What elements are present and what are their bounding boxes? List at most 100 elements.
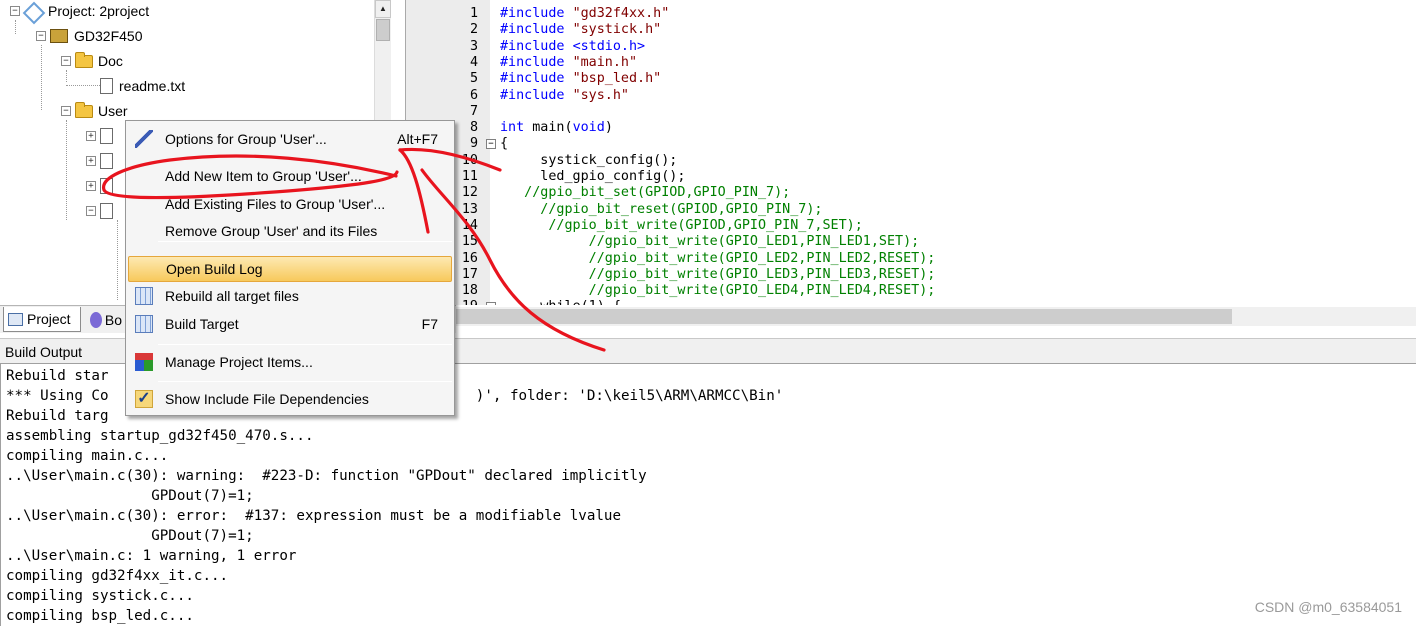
scroll-up-arrow-icon[interactable]: ▲: [375, 0, 391, 18]
code-line: systick_config();: [500, 153, 677, 169]
tree-collapse-icon[interactable]: −: [61, 56, 71, 66]
code-line: #include <stdio.h>: [500, 39, 645, 55]
code-token: //gpio_bit_reset(GPIOD,GPIO_PIN_7);: [500, 201, 823, 217]
project-tab-icon: [8, 312, 23, 326]
code-token: #include: [500, 71, 573, 87]
code-token: <stdio.h>: [572, 38, 646, 54]
menu-item-0[interactable]: Options for Group 'User'... Alt+F7: [128, 126, 452, 152]
hscroll-thumb[interactable]: [456, 309, 1232, 324]
menu-item-label: Show Include File Dependencies: [165, 391, 369, 407]
build-output-line: compiling systick.c...: [6, 588, 194, 604]
build-output-line: ..\User\main.c(30): error: #137: express…: [6, 508, 621, 524]
tree-item-label: Project: 2project: [48, 3, 150, 19]
folder-icon: [75, 51, 93, 68]
code-line: //gpio_bit_write(GPIO_LED4,PIN_LED4,RESE…: [500, 283, 936, 299]
code-token: "sys.h": [572, 87, 629, 103]
code-text-area[interactable]: #include "gd32f4xx.h" #include "systick.h…: [490, 0, 1416, 305]
project-icon: [24, 3, 42, 19]
menu-item-label: Build Target: [165, 316, 239, 332]
code-token: "main.h": [572, 54, 638, 70]
build-output-line: compiling gd32f4xx_it.c...: [6, 568, 229, 584]
line-number: 3: [469, 38, 478, 54]
menu-item-shortcut: Alt+F7: [397, 131, 438, 147]
build-output-line: Rebuild star: [6, 368, 109, 384]
file-icon: [100, 178, 113, 194]
menu-item-7[interactable]: Manage Project Items...: [128, 349, 452, 375]
tree-expand-icon[interactable]: +: [86, 181, 96, 191]
code-line: while(1) {: [500, 299, 621, 305]
menu-item-label: Add Existing Files to Group 'User'...: [165, 196, 386, 212]
watermark: CSDN @m0_63584051: [1254, 599, 1402, 615]
menu-item-8[interactable]: ✓ Show Include File Dependencies: [128, 386, 452, 412]
menu-item-1[interactable]: Add New Item to Group 'User'...: [128, 163, 452, 189]
tree-item-2[interactable]: − Doc: [61, 50, 123, 72]
code-editor[interactable]: 123456789−10111213141516171819− #include…: [405, 0, 1416, 305]
tree-collapse-icon[interactable]: −: [61, 106, 71, 116]
build-icon: [135, 315, 153, 333]
line-number: 7: [469, 103, 478, 119]
menu-item-4[interactable]: Open Build Log: [128, 256, 452, 282]
tab-books[interactable]: Bo: [86, 307, 126, 332]
tree-expand-icon[interactable]: +: [86, 131, 96, 141]
menu-item-shortcut: F7: [421, 316, 438, 332]
code-token: #include: [500, 22, 573, 38]
tree-item-5[interactable]: +: [86, 125, 119, 147]
file-icon: [100, 128, 113, 144]
code-token: "systick.h": [572, 22, 662, 38]
line-number: 1: [469, 6, 478, 21]
code-line: //gpio_bit_write(GPIO_LED3,PIN_LED3,RESE…: [500, 267, 936, 283]
tree-expand-icon[interactable]: +: [86, 156, 96, 166]
code-token: //gpio_bit_set(GPIOD,GPIO_PIN_7);: [500, 185, 791, 201]
tree-item-7[interactable]: +: [86, 175, 119, 197]
build-output-line: Rebuild targ: [6, 408, 109, 424]
tree-item-4[interactable]: − User: [61, 100, 128, 122]
code-token: #include: [500, 38, 573, 54]
options-wand-icon: [135, 130, 153, 148]
menu-item-label: Add New Item to Group 'User'...: [165, 168, 362, 184]
menu-item-3[interactable]: Remove Group 'User' and its Files: [128, 218, 452, 244]
code-token: #include: [500, 54, 573, 70]
code-token: //gpio_bit_write(GPIO_LED4,PIN_LED4,RESE…: [500, 283, 936, 299]
tree-collapse-icon[interactable]: −: [36, 31, 46, 41]
tree-item-3[interactable]: readme.txt: [86, 75, 185, 97]
code-line: #include "sys.h": [500, 88, 629, 104]
code-token: systick_config();: [500, 152, 678, 168]
code-line: #include "gd32f4xx.h": [500, 6, 669, 22]
tree-collapse-icon[interactable]: −: [86, 206, 96, 216]
tree-item-label: readme.txt: [119, 78, 186, 94]
group-context-menu: Options for Group 'User'... Alt+F7 Add New…: [125, 120, 455, 416]
tree-item-1[interactable]: − GD32F450: [36, 25, 142, 47]
code-token: void: [572, 120, 605, 136]
menu-item-label: Remove Group 'User' and its Files: [165, 223, 378, 239]
scroll-thumb[interactable]: [376, 19, 390, 41]
menu-item-5[interactable]: Rebuild all target files: [128, 283, 452, 309]
build-output-line: GPDout(7)=1;: [6, 488, 254, 504]
editor-horizontal-scrollbar[interactable]: [456, 307, 1416, 326]
file-icon: [100, 78, 113, 94]
code-token: "gd32f4xx.h": [572, 6, 670, 21]
build-output-line: compiling bsp_led.c...: [6, 608, 194, 624]
tree-item-6[interactable]: +: [86, 150, 119, 172]
tree-collapse-icon[interactable]: −: [10, 6, 20, 16]
line-number: 4: [469, 54, 478, 70]
menu-item-2[interactable]: Add Existing Files to Group 'User'...: [128, 191, 452, 217]
code-token: while(1) {: [500, 299, 621, 305]
menu-item-label: Rebuild all target files: [165, 288, 299, 304]
line-number: 6: [469, 87, 478, 103]
code-token: //gpio_bit_write(GPIO_LED1,PIN_LED1,SET)…: [500, 234, 920, 250]
build-output-line: compiling main.c...: [6, 448, 169, 464]
tab-project[interactable]: Project: [3, 307, 81, 332]
tree-item-8[interactable]: −: [86, 200, 119, 222]
code-line: #include "systick.h": [500, 22, 661, 38]
code-token: int: [500, 120, 525, 136]
file-icon: [100, 153, 113, 169]
code-token: //gpio_bit_write(GPIOD,GPIO_PIN_7,SET);: [500, 217, 863, 233]
code-line: #include "main.h": [500, 55, 637, 71]
checkmark-icon: ✓: [135, 390, 153, 408]
code-token: "bsp_led.h": [572, 71, 662, 87]
code-line: int main(void): [500, 120, 613, 136]
tree-item-label: GD32F450: [74, 28, 143, 44]
code-token: ): [604, 120, 613, 136]
tree-item-0[interactable]: − Project: 2project: [10, 0, 149, 22]
menu-item-6[interactable]: Build Target F7: [128, 311, 452, 337]
